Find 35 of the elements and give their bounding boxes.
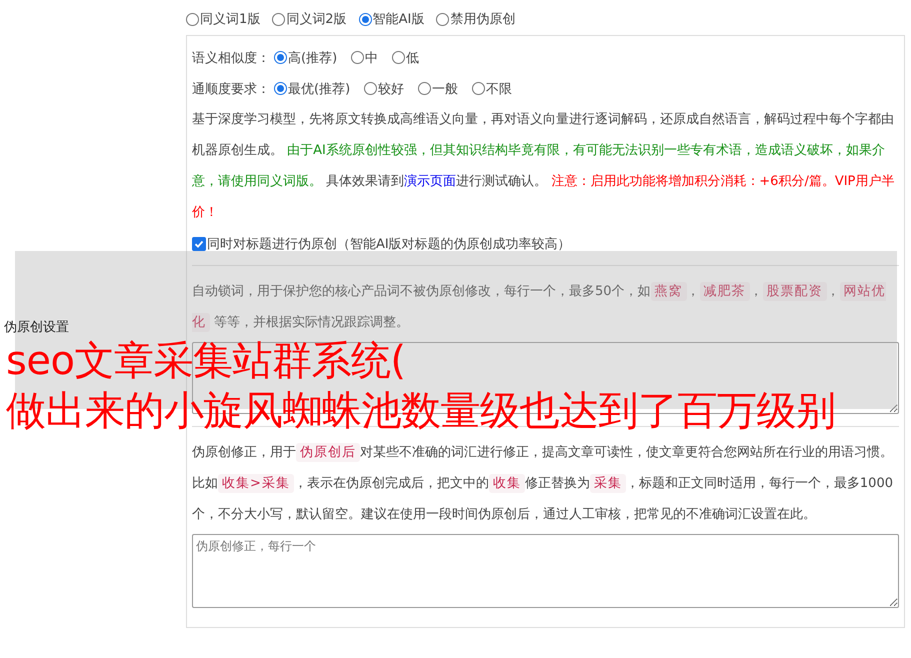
radio-option[interactable]: 中	[351, 48, 378, 66]
radio-option[interactable]: 低	[392, 48, 420, 66]
radio-button[interactable]	[364, 82, 378, 95]
section-label: 伪原创设置	[4, 319, 69, 336]
demo-link[interactable]: 演示页面	[404, 174, 456, 189]
radio-button[interactable]	[274, 82, 287, 95]
radio-option[interactable]: 不限	[472, 80, 512, 98]
radio-option[interactable]: 同义词1版	[186, 10, 260, 28]
radio-button[interactable]	[436, 12, 450, 26]
field-label: 通顺度要求：	[192, 80, 270, 98]
radio-button[interactable]	[418, 82, 432, 95]
radio-button[interactable]	[186, 12, 199, 26]
overlay-title: seo文章采集站群系统(	[6, 337, 406, 386]
radio-option[interactable]: 最优(推荐)	[274, 80, 350, 98]
radio-button[interactable]	[272, 12, 286, 26]
radio-button[interactable]	[472, 82, 486, 95]
overlay-title: 做出来的小旋风蜘蛛池数量级也达到了百万级别	[6, 387, 836, 436]
radio-button[interactable]	[274, 51, 287, 64]
radio-option[interactable]: 一般	[418, 80, 458, 98]
radio-option[interactable]: 较好	[364, 80, 404, 98]
radio-button[interactable]	[351, 51, 364, 64]
radio-option[interactable]: 高(推荐)	[274, 48, 338, 66]
check-icon	[194, 238, 204, 248]
field-label: 语义相似度：	[192, 50, 270, 66]
correction-description: 伪原创修正，用于 伪原创后 对某些不准确的词汇进行修正，提高文章可读性，使文章更符合您网站所在行业的用语习惯。比如 收集>采集 ，表示在伪原创完成后，把文中的 收集 修正替换为 采集 ，标题和正文同时适用，每行一个，最多1000个，不分大小写，默认留空。建议在使用一段时间伪原创后，通过人工审核，把常见的不准确词汇设置在此。	[192, 442, 894, 524]
title-checkbox-option[interactable]: 同时对标题进行伪原创（智能AI版对标题的伪原创成功率较高）	[192, 234, 571, 252]
radio-button[interactable]	[358, 12, 372, 26]
radio-button[interactable]	[392, 51, 406, 64]
radio-option[interactable]: 同义词2版	[272, 10, 347, 28]
description-text: 基于深度学习模型，先将原文转换成高维语义向量，再对语义向量进行逐词解码，还原成自然语言，解码过程中每个字都由机器原创生成。 由于AI系统原创性较强，但其知识结构毕竟有限，有可能无法识别一些专有术语，造成语义破坏，如果介意，请使用同义词版。 具体效果请到演示页面进行测试确认。 注意：启用此功能将增加积分消耗：+6积分/篇。VIP用户半价！	[192, 111, 896, 222]
checkbox[interactable]	[192, 236, 206, 250]
lock-words-description: 自动锁词，用于保护您的核心产品词不被伪原创修改，每行一个，最多50个，如 燕窝 ， 减肥茶 ， 股票配资 ， 网站优化 等等，并根据实际情况跟踪调整。	[192, 281, 887, 334]
correction-field[interactable]: 伪原创修正，每行一个	[192, 534, 899, 608]
radio-option[interactable]: 智能AI版	[358, 10, 424, 28]
radio-option[interactable]: 禁用伪原创	[436, 10, 516, 28]
